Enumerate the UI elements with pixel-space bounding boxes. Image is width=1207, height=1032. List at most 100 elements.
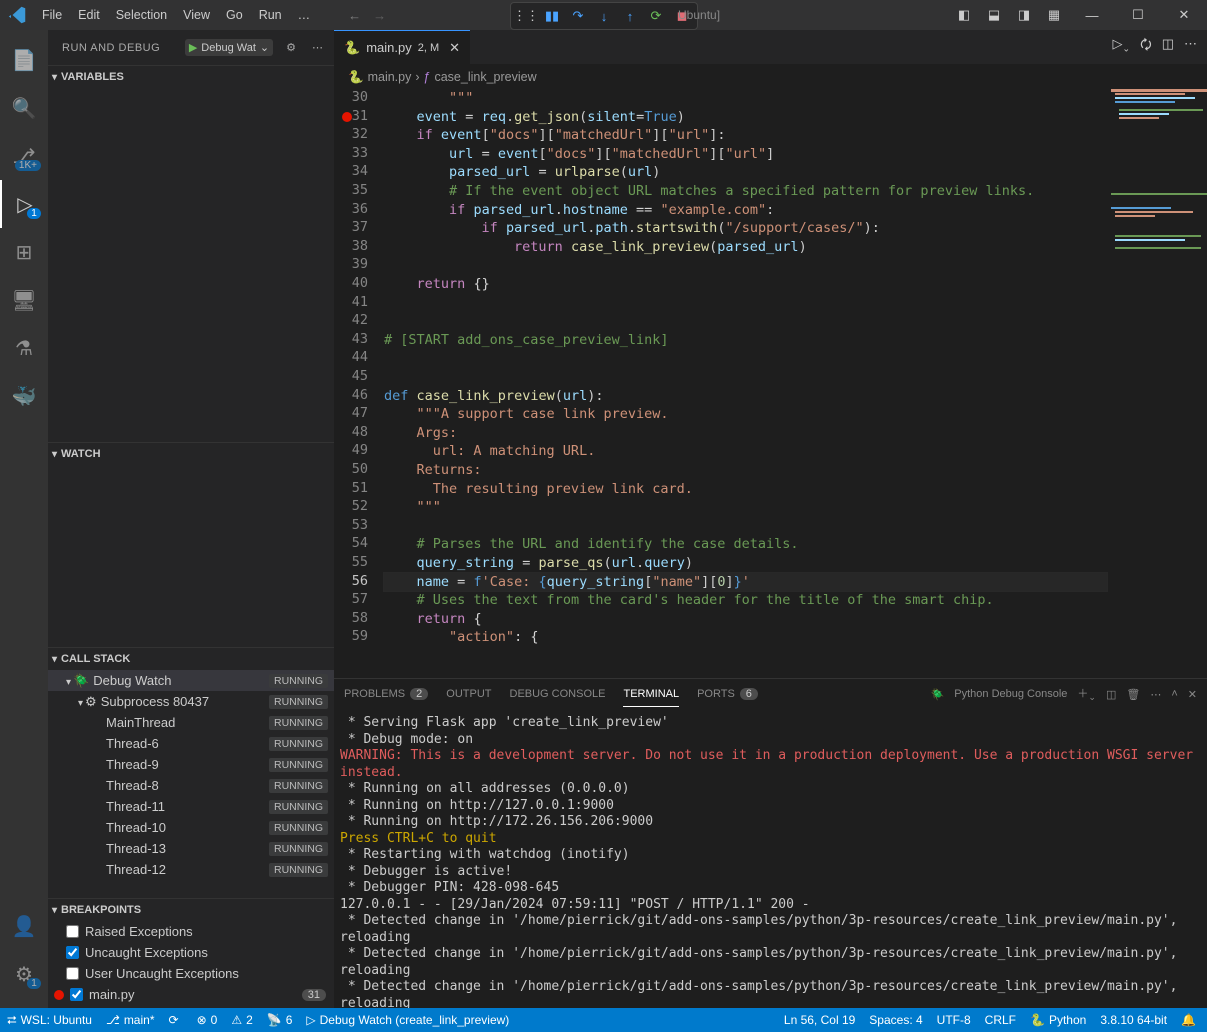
- status-radio[interactable]: 📡6: [260, 1013, 300, 1028]
- callstack-row[interactable]: Thread-13RUNNING: [48, 838, 334, 859]
- menu-run[interactable]: Run: [251, 8, 290, 22]
- activity-docker[interactable]: 🐳: [0, 372, 48, 420]
- menu-selection[interactable]: Selection: [108, 8, 175, 22]
- checkbox[interactable]: [66, 967, 79, 980]
- status-warning[interactable]: ⚠2: [224, 1013, 259, 1028]
- terminal-profile-label[interactable]: Python Debug Console: [954, 688, 1067, 700]
- status-remote[interactable]: ⮂WSL: Ubuntu: [0, 1013, 99, 1028]
- maximize-icon[interactable]: ☐: [1115, 0, 1161, 30]
- section-watch-header[interactable]: WATCH: [48, 443, 334, 465]
- callstack-row[interactable]: Thread-9RUNNING: [48, 754, 334, 775]
- menu-file[interactable]: File: [34, 8, 70, 22]
- status-error[interactable]: ⊗0: [190, 1013, 225, 1028]
- code-line[interactable]: event = req.get_json(silent=True): [384, 108, 1107, 127]
- callstack-row[interactable]: MainThreadRUNNING: [48, 712, 334, 733]
- checkbox[interactable]: [66, 946, 79, 959]
- restart-icon[interactable]: ⟳: [645, 5, 667, 27]
- code-line[interactable]: """: [384, 498, 1107, 517]
- code-lines[interactable]: """ event = req.get_json(silent=True) if…: [384, 89, 1107, 678]
- breakpoint-row[interactable]: Uncaught Exceptions: [48, 942, 334, 963]
- status-3.8.10-64-bit[interactable]: 3.8.10 64-bit: [1093, 1013, 1174, 1027]
- code-line[interactable]: [384, 312, 1107, 331]
- search-box[interactable]: Ubuntu]: [678, 8, 720, 22]
- code-line[interactable]: Returns:: [384, 461, 1107, 480]
- activity-extensions[interactable]: ⊞: [0, 228, 48, 276]
- code-line[interactable]: # [START add_ons_case_preview_link]: [384, 331, 1107, 350]
- menu-go[interactable]: Go: [218, 8, 251, 22]
- debug-config-selector[interactable]: ▶ Debug Wat ⌄: [185, 39, 273, 56]
- code-line[interactable]: return case_link_preview(parsed_url): [384, 238, 1107, 257]
- maximize-panel-icon[interactable]: ˄: [1171, 688, 1177, 700]
- callstack-row[interactable]: Thread-6RUNNING: [48, 733, 334, 754]
- callstack-row[interactable]: Thread-11RUNNING: [48, 796, 334, 817]
- add-terminal-icon[interactable]: ＋⌄: [1077, 685, 1096, 703]
- customize-layout-icon[interactable]: ▦: [1039, 0, 1069, 30]
- more-icon[interactable]: ⋯: [1150, 688, 1161, 701]
- pause-icon[interactable]: ▮▮: [541, 5, 563, 27]
- code-line[interactable]: def case_link_preview(url):: [384, 387, 1107, 406]
- callstack-row[interactable]: Thread-10RUNNING: [48, 817, 334, 838]
- split-editor-icon[interactable]: ◫: [1162, 36, 1174, 58]
- callstack-row[interactable]: Thread-8RUNNING: [48, 775, 334, 796]
- code-line[interactable]: [384, 349, 1107, 368]
- section-callstack-header[interactable]: CALL STACK: [48, 648, 334, 670]
- code-line[interactable]: if event["docs"]["matchedUrl"]["url"]:: [384, 126, 1107, 145]
- panel-tab-debug-console[interactable]: DEBUG CONSOLE: [510, 682, 606, 706]
- callstack-row[interactable]: ⚙Subprocess 80437RUNNING: [48, 691, 334, 712]
- menu-edit[interactable]: Edit: [70, 8, 108, 22]
- panel-tab-terminal[interactable]: TERMINAL: [623, 682, 679, 707]
- activity-scm[interactable]: ⎇1K+: [0, 132, 48, 180]
- debug-start-icon[interactable]: 🗘: [1140, 36, 1152, 58]
- debug-toolbar[interactable]: ⋮⋮ ▮▮ ↷ ↓ ↑ ⟳ ◼: [510, 2, 698, 30]
- callstack-row[interactable]: 🪲Debug WatchRUNNING: [48, 670, 334, 691]
- activity-accounts[interactable]: 👤: [0, 902, 48, 950]
- step-into-icon[interactable]: ↓: [593, 5, 615, 27]
- code-line[interactable]: Args:: [384, 424, 1107, 443]
- checkbox[interactable]: [66, 925, 79, 938]
- breadcrumb-symbol[interactable]: case_link_preview: [434, 70, 536, 84]
- tab-main-py[interactable]: 🐍 main.py 2, M ✕: [334, 30, 470, 65]
- checkbox[interactable]: [70, 988, 83, 1001]
- kill-terminal-icon[interactable]: 🗑: [1126, 688, 1140, 701]
- code-line[interactable]: return {: [384, 610, 1107, 629]
- layout-side-icon[interactable]: ◨: [1009, 0, 1039, 30]
- code-line[interactable]: "action": {: [384, 628, 1107, 647]
- nav-back-icon[interactable]: ←: [348, 8, 361, 23]
- breakpoint-dot-icon[interactable]: [342, 112, 352, 122]
- status-UTF-8[interactable]: UTF-8: [930, 1013, 978, 1027]
- code-line[interactable]: [384, 517, 1107, 536]
- terminal[interactable]: * Serving Flask app 'create_link_preview…: [334, 709, 1207, 1008]
- breadcrumb[interactable]: 🐍 main.py › ƒ case_link_preview: [334, 65, 1207, 89]
- code-line[interactable]: The resulting preview link card.: [384, 480, 1107, 499]
- layout-bottom-icon[interactable]: ⬓: [979, 0, 1009, 30]
- panel-tab-ports[interactable]: PORTS6: [697, 682, 758, 706]
- minimize-icon[interactable]: —: [1069, 0, 1115, 30]
- code-line[interactable]: [384, 294, 1107, 313]
- code-line[interactable]: query_string = parse_qs(url.query): [384, 554, 1107, 573]
- code-line[interactable]: parsed_url = urlparse(url): [384, 163, 1107, 182]
- status-Spaces:-4[interactable]: Spaces: 4: [862, 1013, 929, 1027]
- activity-testing[interactable]: ⚗: [0, 324, 48, 372]
- status-sync[interactable]: ⟳: [162, 1013, 190, 1028]
- code-line[interactable]: [384, 368, 1107, 387]
- code-line[interactable]: # If the event object URL matches a spec…: [384, 182, 1107, 201]
- code-line[interactable]: url: A matching URL.: [384, 442, 1107, 461]
- section-variables-header[interactable]: VARIABLES: [48, 66, 334, 88]
- close-icon[interactable]: ✕: [449, 40, 460, 56]
- breakpoint-row[interactable]: Raised Exceptions: [48, 921, 334, 942]
- run-icon[interactable]: ▷⌄: [1113, 36, 1131, 58]
- code-line[interactable]: url = event["docs"]["matchedUrl"]["url"]: [384, 145, 1107, 164]
- breakpoint-row[interactable]: User Uncaught Exceptions: [48, 963, 334, 984]
- panel-tab-output[interactable]: OUTPUT: [446, 682, 491, 706]
- layout-icon[interactable]: ◧: [949, 0, 979, 30]
- code-line[interactable]: """: [384, 89, 1107, 108]
- activity-debug[interactable]: ▷1: [0, 180, 48, 228]
- grip-icon[interactable]: ⋮⋮: [515, 5, 537, 27]
- step-over-icon[interactable]: ↷: [567, 5, 589, 27]
- code-line[interactable]: return {}: [384, 275, 1107, 294]
- callstack-row[interactable]: Thread-12RUNNING: [48, 859, 334, 880]
- activity-explorer[interactable]: 📄: [0, 36, 48, 84]
- minimap[interactable]: [1111, 89, 1207, 678]
- more-icon[interactable]: ⋯: [309, 41, 326, 54]
- status-CRLF[interactable]: CRLF: [978, 1013, 1023, 1027]
